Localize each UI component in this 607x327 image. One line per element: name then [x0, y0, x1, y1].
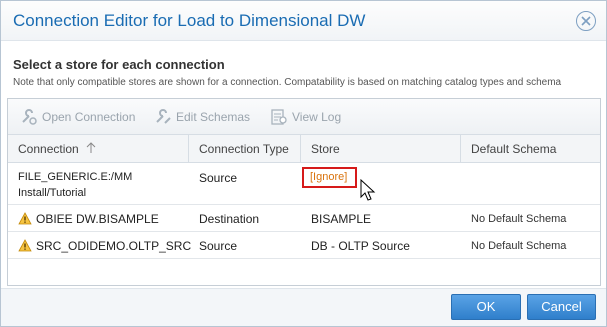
connection-type: Source: [199, 239, 238, 253]
connection-type: Source: [199, 171, 238, 185]
edit-schemas-label: Edit Schemas: [176, 110, 251, 124]
sort-ascending-icon: [86, 142, 96, 153]
close-icon[interactable]: [576, 11, 596, 31]
toolbar: Open Connection Edit Schemas View Log: [8, 99, 600, 135]
ok-button[interactable]: OK: [451, 294, 521, 320]
edit-schemas-button[interactable]: Edit Schemas: [154, 108, 250, 126]
store-value[interactable]: DB - OLTP Source: [311, 239, 410, 253]
connections-panel: Open Connection Edit Schemas View Log Co…: [7, 98, 601, 286]
open-connection-label: Open Connection: [42, 110, 136, 124]
view-log-icon: [270, 109, 288, 125]
table-row[interactable]: OBIEE DW.BISAMPLE Destination BISAMPLE N…: [8, 205, 600, 232]
dialog-title: Connection Editor for Load to Dimensiona…: [13, 11, 366, 30]
grid-header: Connection Connection Type Store Default…: [8, 135, 600, 163]
store-value[interactable]: BISAMPLE: [311, 212, 371, 226]
section-heading: Select a store for each connection: [13, 57, 225, 72]
column-header-store[interactable]: Store: [301, 135, 461, 163]
connection-name: FILE_GENERIC.E:/MM: [18, 171, 133, 183]
default-schema: No Default Schema: [471, 240, 567, 252]
view-log-label: View Log: [292, 110, 342, 124]
connection-name: SRC_ODIDEMO.OLTP_SRC: [18, 239, 191, 253]
store-value-ignore: [Ignore]: [310, 171, 348, 183]
connection-name-continued: Install/Tutorial: [18, 187, 87, 199]
edit-schemas-icon: [154, 109, 172, 125]
store-selector-highlight[interactable]: [Ignore]: [302, 167, 357, 188]
dialog-titlebar: Connection Editor for Load to Dimensiona…: [1, 1, 606, 41]
table-row[interactable]: SRC_ODIDEMO.OLTP_SRC Source DB - OLTP So…: [8, 232, 600, 259]
cancel-button[interactable]: Cancel: [527, 294, 596, 320]
connection-label: SRC_ODIDEMO.OLTP_SRC: [36, 239, 192, 253]
mouse-cursor-icon: [360, 179, 376, 201]
default-schema: No Default Schema: [471, 213, 567, 225]
connection-label: OBIEE DW.BISAMPLE: [36, 212, 159, 226]
dialog-footer: OK Cancel: [1, 288, 606, 326]
view-log-button[interactable]: View Log: [270, 108, 341, 126]
column-header-connection[interactable]: Connection: [8, 135, 189, 163]
connection-name: OBIEE DW.BISAMPLE: [18, 212, 159, 226]
warning-icon: [18, 212, 32, 225]
column-header-connection-type[interactable]: Connection Type: [189, 135, 301, 163]
warning-icon: [18, 239, 32, 252]
column-label-connection: Connection: [18, 142, 79, 156]
connection-editor-dialog: Connection Editor for Load to Dimensiona…: [0, 0, 607, 327]
connection-type: Destination: [199, 212, 260, 226]
column-header-default-schema[interactable]: Default Schema: [461, 135, 600, 163]
open-connection-icon: [20, 109, 38, 125]
open-connection-button[interactable]: Open Connection: [20, 108, 135, 126]
compatibility-note: Note that only compatible stores are sho…: [13, 77, 562, 88]
